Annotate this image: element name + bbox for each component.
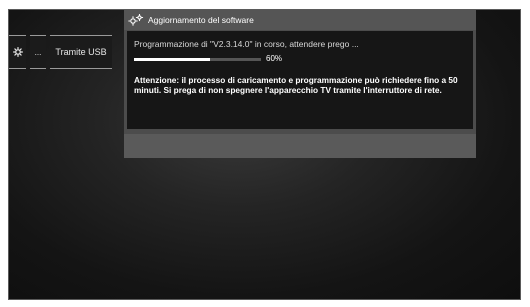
menu-item-more[interactable]: ... xyxy=(30,35,46,69)
warning-message: Attenzione: il processo di caricamento e… xyxy=(134,75,458,95)
settings-menu-strip: ... Tramite USB xyxy=(9,35,112,69)
menu-item-usb-label: Tramite USB xyxy=(55,47,107,57)
dialog-header: Aggiornamento del software xyxy=(124,10,476,30)
gear-icon xyxy=(12,47,23,57)
menu-item-more-label: ... xyxy=(34,47,42,57)
update-status-text: Programmazione di "V2.3.14.0" in corso, … xyxy=(134,39,359,49)
tv-screen: ... Tramite USB Aggiornamento del softwa… xyxy=(8,9,521,300)
menu-item-settings[interactable] xyxy=(9,35,26,69)
dialog-footer xyxy=(124,134,476,158)
progress-bar xyxy=(134,58,261,61)
gears-icon xyxy=(128,14,148,26)
dialog-title: Aggiornamento del software xyxy=(148,15,254,25)
progress-bar-fill xyxy=(134,58,211,61)
progress-percent-label: 60% xyxy=(266,54,283,63)
dialog-body: Programmazione di "V2.3.14.0" in corso, … xyxy=(127,31,473,129)
menu-item-usb[interactable]: Tramite USB xyxy=(50,35,112,69)
software-update-dialog: Aggiornamento del software Programmazion… xyxy=(124,10,476,158)
